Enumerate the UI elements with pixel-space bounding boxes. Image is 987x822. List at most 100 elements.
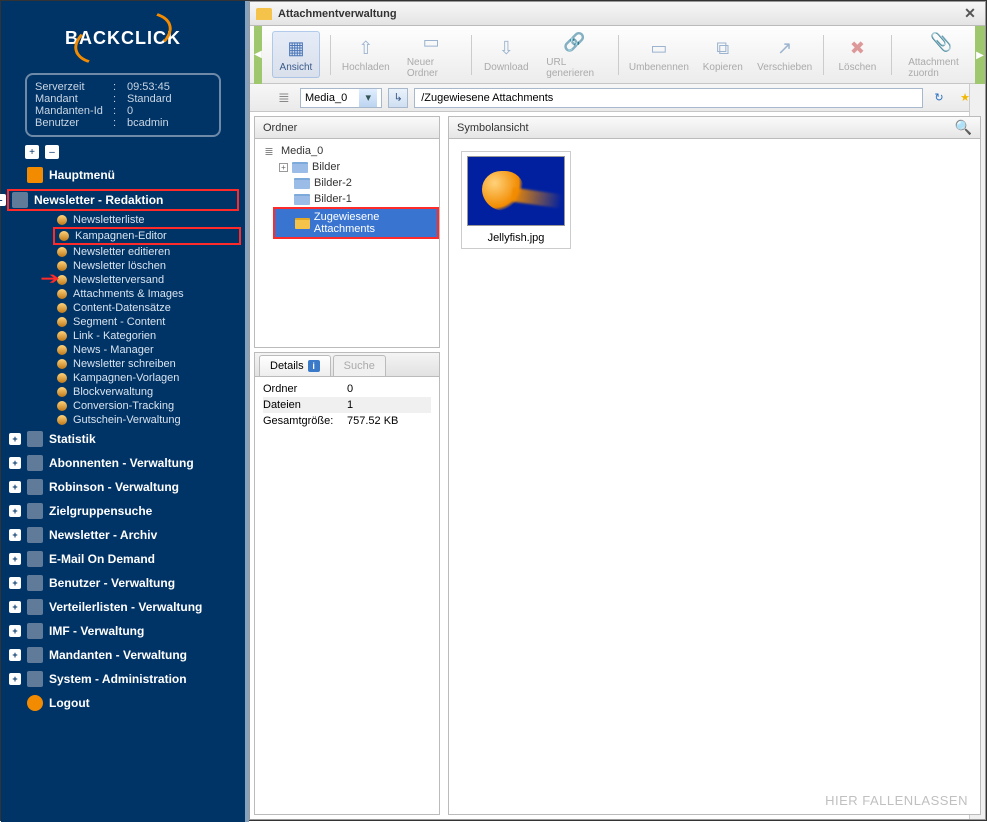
detail-tabs: Detailsi Suche [255,353,439,377]
toolbar-url[interactable]: 🔗URL generieren [540,27,608,83]
detail-grid: Ordner0 Dateien1 Gesamtgröße:757.52 KB [255,377,439,433]
expand-icon[interactable]: + [9,481,21,493]
menu-mandanten-verwaltung[interactable]: +Mandanten - Verwaltung [1,643,245,667]
tab-suche[interactable]: Suche [333,355,386,376]
toolbar-scroll-right[interactable]: ▶ [975,26,985,84]
symbol-panel-title: Symbolansicht🔍 [449,117,980,139]
toolbar-neuer-ordner[interactable]: ▭Neuer Ordner [401,27,462,83]
menu-logout[interactable]: Logout [1,691,245,715]
tree-root[interactable]: ≣Media_0 [255,143,439,159]
go-button[interactable]: ↳ [388,88,408,108]
path-input[interactable]: /Zugewiesene Attachments [414,88,923,108]
link-icon: 🔗 [561,31,587,55]
sub-attachments-images[interactable]: Attachments & Images [57,287,245,301]
folder-icon [294,194,310,205]
tree-bilder[interactable]: +Bilder [273,159,439,175]
database-icon: ≣ [261,145,277,157]
toolbar-separator [618,35,619,75]
sub-content-datensaetze[interactable]: Content-Datensätze [57,301,245,315]
sub-newsletter-editieren[interactable]: Newsletter editieren [57,245,245,259]
database-icon: ≣ [278,89,294,107]
expand-icon[interactable]: + [9,673,21,685]
folder-icon [27,479,43,495]
file-thumbnail[interactable]: Jellyfish.jpg [461,151,571,249]
menu-statistik[interactable]: +Statistik [1,427,245,451]
collapse-all-button[interactable]: – [45,145,59,159]
expand-icon[interactable]: + [9,553,21,565]
folder-icon [27,647,43,663]
address-bar: ≣ Media_0▾ ↳ /Zugewiesene Attachments ↻ … [250,84,985,112]
benutzer-label: Benutzer [35,117,113,129]
menu-email-on-demand[interactable]: +E-Mail On Demand [1,547,245,571]
sub-newsletterversand[interactable]: Newsletterversand [57,273,245,287]
menu-newsletter-archiv[interactable]: +Newsletter - Archiv [1,523,245,547]
symbol-panel: Symbolansicht🔍 Jellyfish.jpg HIER FALLEN… [448,116,981,815]
expand-icon[interactable]: + [9,457,21,469]
close-button[interactable]: ✕ [961,5,979,23]
toolbar-hochladen[interactable]: ⇧Hochladen [341,32,391,77]
sub-kampagnen-vorlagen[interactable]: Kampagnen-Vorlagen [57,371,245,385]
groesse-label: Gesamtgröße: [263,415,347,427]
sub-newsletterliste[interactable]: Newsletterliste [57,213,245,227]
menu-robinson[interactable]: +Robinson - Verwaltung [1,475,245,499]
mandant-label: Mandant [35,93,113,105]
bullet-icon [57,247,67,257]
folder-icon [292,162,308,173]
toolbar-attachment-zuordnen[interactable]: 📎Attachment zuordn [902,27,981,83]
rename-icon: ▭ [646,36,672,60]
expand-icon[interactable]: + [9,577,21,589]
expand-icon[interactable]: + [9,529,21,541]
sub-newsletter-schreiben[interactable]: Newsletter schreiben [57,357,245,371]
menu-newsletter-redaktion[interactable]: –Newsletter - Redaktion [7,189,239,211]
expand-icon[interactable]: + [9,505,21,517]
sub-blockverwaltung[interactable]: Blockverwaltung [57,385,245,399]
menu-system-administration[interactable]: +System - Administration [1,667,245,691]
expand-icon[interactable]: + [9,601,21,613]
tree-bilder1[interactable]: Bilder-1 [273,191,439,207]
expand-icon[interactable]: + [279,163,288,172]
toolbar-scroll-left[interactable]: ◀ [254,26,262,84]
tree-zugewiesene[interactable]: Zugewiesene Attachments [273,207,439,239]
collapse-icon[interactable]: – [0,194,6,206]
media-select[interactable]: Media_0▾ [300,88,382,108]
logout-icon [27,695,43,711]
ordner-value: 0 [347,383,353,395]
dateien-label: Dateien [263,399,347,411]
toolbar-download[interactable]: ⇩Download [482,32,530,77]
expand-icon[interactable]: + [9,433,21,445]
sub-kampagnen-editor[interactable]: Kampagnen-Editor [53,227,241,245]
menu-abonnenten[interactable]: +Abonnenten - Verwaltung [1,451,245,475]
toolbar-loeschen[interactable]: ✖Löschen [833,32,881,77]
folder-icon [27,503,43,519]
zoom-icon[interactable]: 🔍 [955,119,972,136]
menu-hauptmenue[interactable]: Hauptmenü [1,163,245,187]
thumbnail-area[interactable]: Jellyfish.jpg HIER FALLENLASSEN [449,139,980,814]
toolbar-umbenennen[interactable]: ▭Umbenennen [629,32,689,77]
expand-icon[interactable]: + [9,649,21,661]
toolbar-kopieren[interactable]: ⧉Kopieren [699,32,747,77]
sub-conversion-tracking[interactable]: Conversion-Tracking [57,399,245,413]
folder-icon [294,178,310,189]
server-info-box: Serverzeit:09:53:45 Mandant:Standard Man… [25,73,221,137]
expand-all-button[interactable]: + [25,145,39,159]
folder-icon [27,575,43,591]
sub-link-kategorien[interactable]: Link - Kategorien [57,329,245,343]
menu-benutzer-verwaltung[interactable]: +Benutzer - Verwaltung [1,571,245,595]
upload-icon: ⇧ [353,36,379,60]
bullet-icon [57,289,67,299]
toolbar-ansicht[interactable]: ▦Ansicht [272,31,320,78]
refresh-button[interactable]: ↻ [929,88,949,108]
tab-details[interactable]: Detailsi [259,355,331,376]
folder-icon [27,671,43,687]
sub-newsletter-loeschen[interactable]: Newsletter löschen [57,259,245,273]
detail-panel: Detailsi Suche Ordner0 Dateien1 Gesamtgr… [254,352,440,815]
expand-icon[interactable]: + [9,625,21,637]
tree-bilder2[interactable]: Bilder-2 [273,175,439,191]
menu-verteilerlisten[interactable]: +Verteilerlisten - Verwaltung [1,595,245,619]
menu-imf-verwaltung[interactable]: +IMF - Verwaltung [1,619,245,643]
toolbar-verschieben[interactable]: ↗Verschieben [757,32,813,77]
sub-segment-content[interactable]: Segment - Content [57,315,245,329]
menu-zielgruppensuche[interactable]: +Zielgruppensuche [1,499,245,523]
sub-news-manager[interactable]: News - Manager [57,343,245,357]
sub-gutschein-verwaltung[interactable]: Gutschein-Verwaltung [57,413,245,427]
